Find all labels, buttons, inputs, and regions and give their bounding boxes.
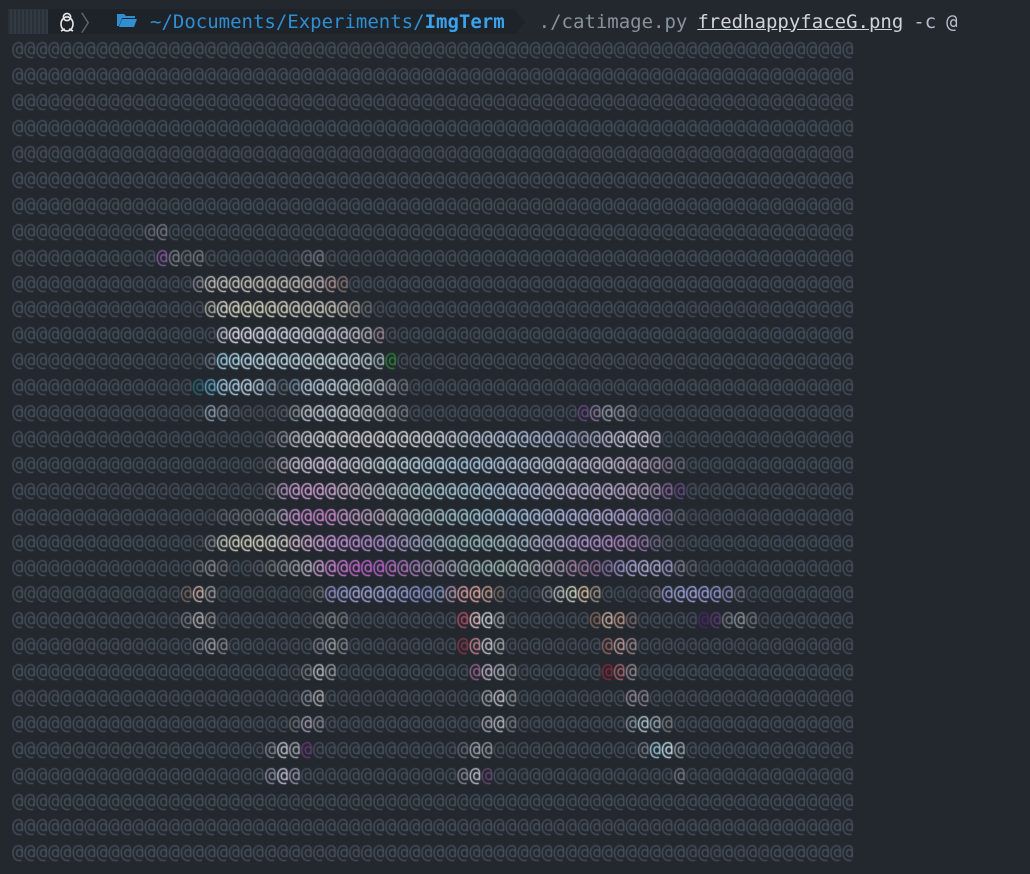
path-current-dir: ImgTerm: [424, 10, 505, 33]
path-prefix: ~/Documents/Experiments/: [150, 10, 425, 33]
flag-value: @: [946, 10, 958, 33]
folder-open-icon: [116, 11, 138, 33]
flag-argument: -c: [913, 10, 937, 33]
path-segment: ~/Documents/Experiments/ImgTerm: [110, 9, 515, 34]
linux-penguin-icon: [60, 12, 74, 32]
file-argument: fredhappyfaceG.png: [697, 10, 904, 33]
ascii-art-output: [12, 39, 854, 871]
command-text: ./catimage.py: [538, 10, 688, 33]
prompt-grip: [8, 9, 48, 34]
shell-prompt: 〉 ~/Documents/Experiments/ImgTerm ./cati…: [0, 6, 1030, 37]
segment-tail: [514, 9, 525, 34]
os-segment: 〉: [48, 9, 111, 37]
segment-separator: 〉: [80, 11, 103, 37]
